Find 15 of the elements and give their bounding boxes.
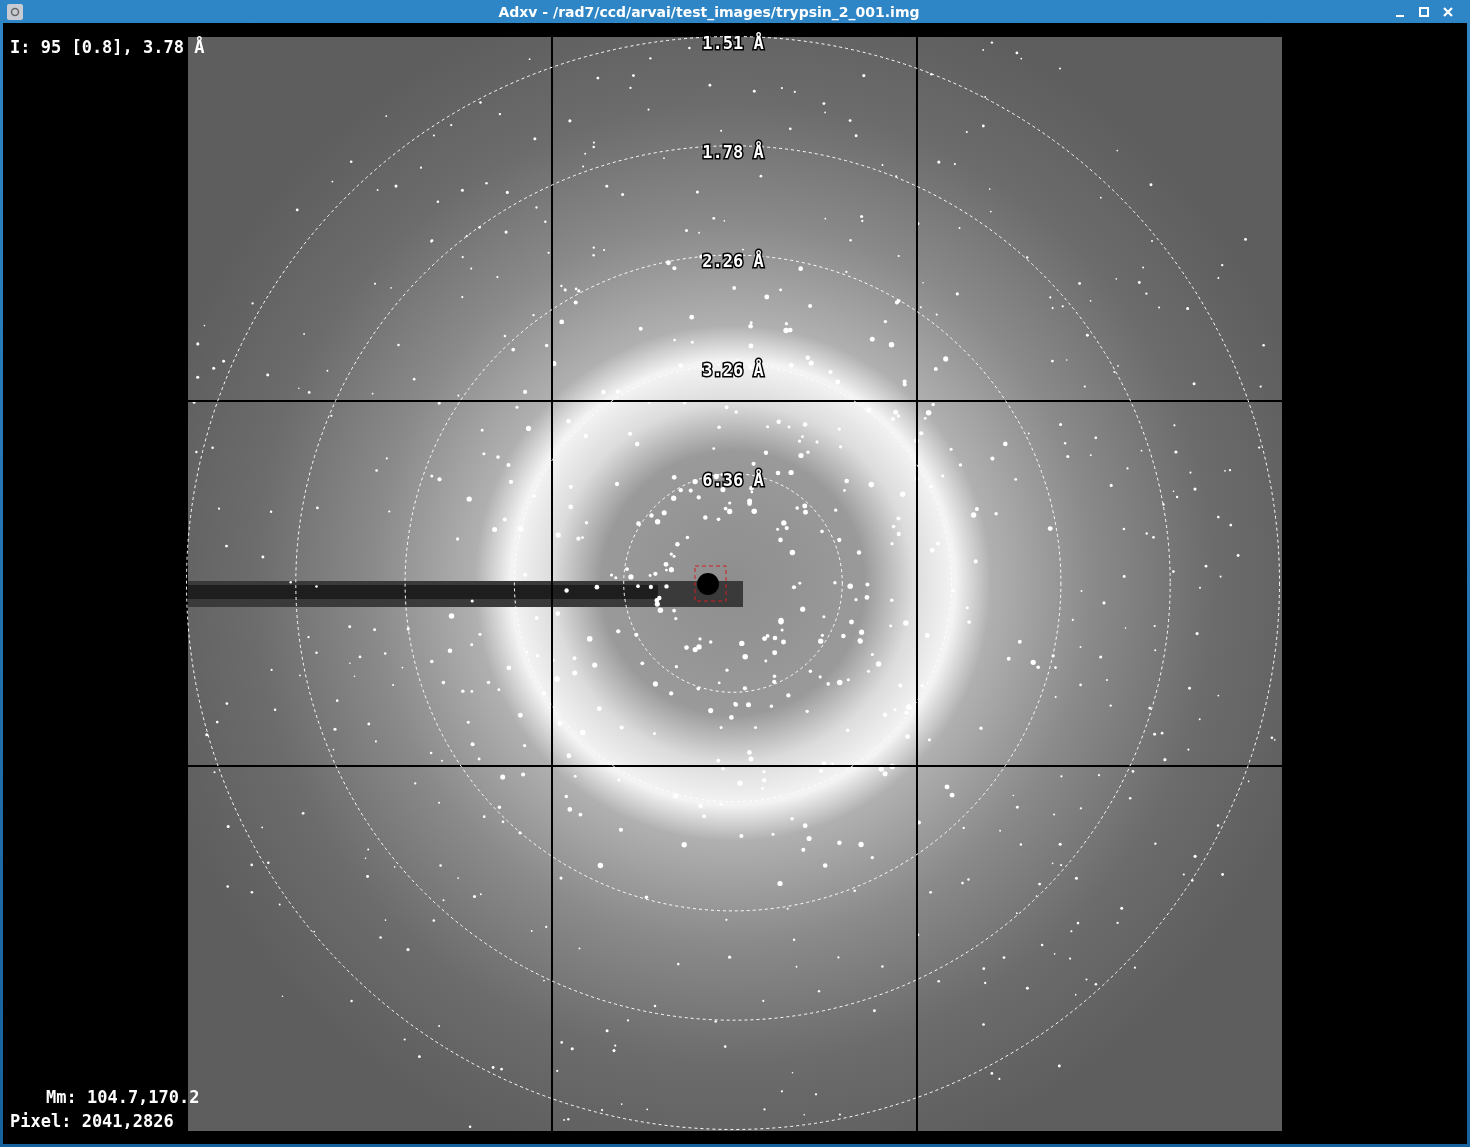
- intensity-readout: I: 95 [0.8], 3.78 Å: [10, 37, 205, 57]
- image-canvas[interactable]: 1.51 Å 1.78 Å 2.26 Å 3.26 Å 6.36 Å I: 95 [0.8], 3.78 Å Mm: 104.7,170.2 Pixel: 2041,2826: [3, 23, 1467, 1144]
- close-icon: [1443, 6, 1453, 17]
- ring-label: 3.26 Å: [702, 360, 764, 381]
- minimize-icon: [1396, 14, 1404, 17]
- beam-center-marker: [694, 565, 727, 602]
- ring-label: 6.36 Å: [702, 469, 764, 490]
- maximize-icon: [1419, 6, 1429, 17]
- window-title: Adxv - /rad7/ccd/arvai/test_images/trypsin_2_001.img: [497, 3, 921, 20]
- mm-readout: Mm: 104.7,170.2: [46, 1087, 200, 1107]
- ring-label: 2.26 Å: [702, 251, 764, 272]
- pixel-readout: Pixel: 2041,2826: [10, 1111, 174, 1131]
- ring-label: 1.78 Å: [702, 141, 764, 162]
- app-icon[interactable]: [7, 3, 23, 20]
- ring-label: 1.51 Å: [702, 32, 764, 53]
